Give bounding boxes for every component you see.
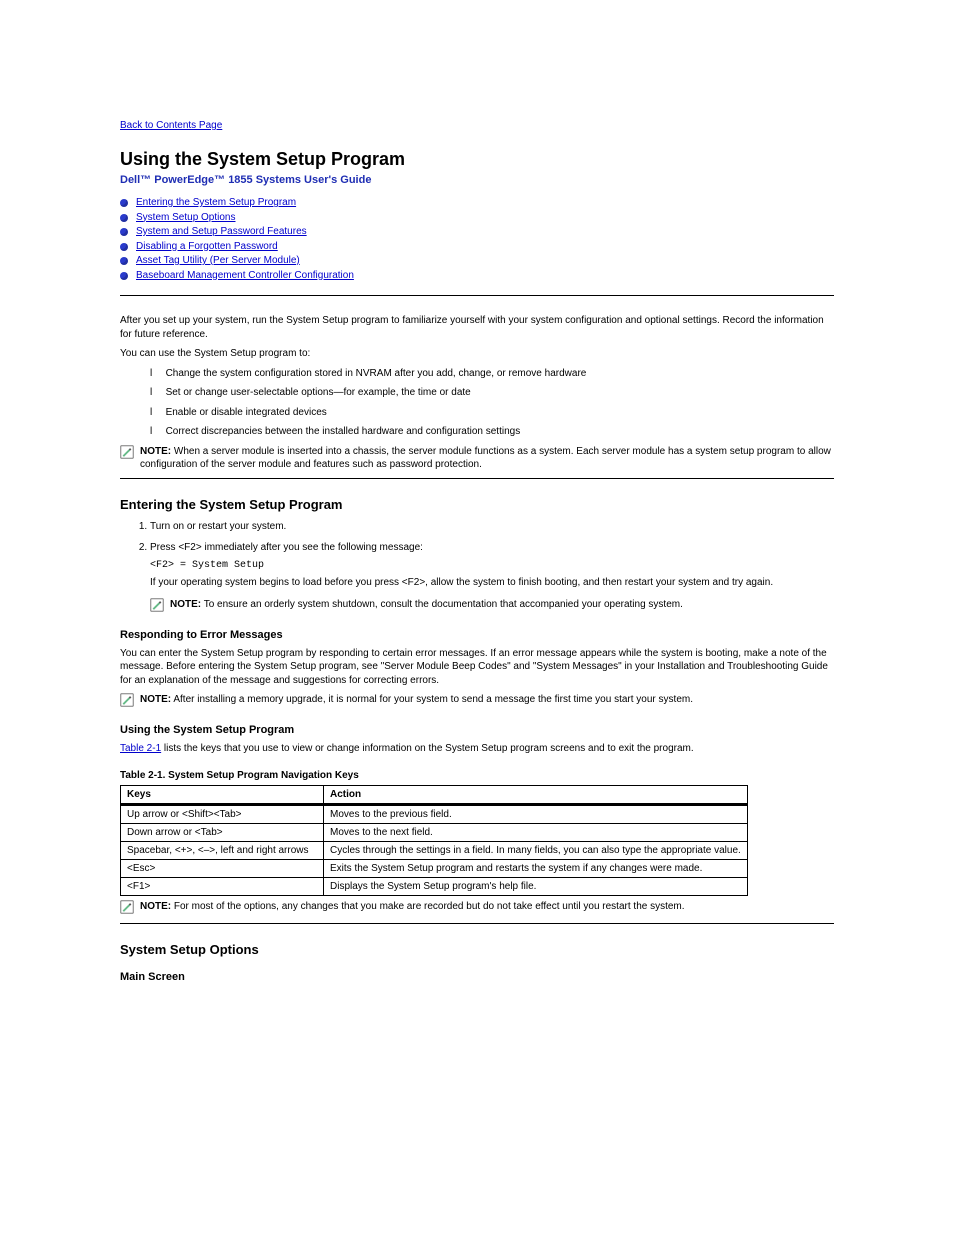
table-cell-action: Displays the System Setup program's help…: [324, 877, 748, 895]
table-header-row: Keys Action: [121, 785, 748, 804]
toc-link-password[interactable]: System and Setup Password Features: [136, 226, 307, 237]
toc-link-bmc[interactable]: Baseboard Management Controller Configur…: [136, 270, 354, 281]
responding-paragraph: You can enter the System Setup program b…: [120, 647, 834, 688]
page-subtitle: Dell™ PowerEdge™ 1855 Systems User's Gui…: [120, 174, 834, 186]
note-text: For most of the options, any changes tha…: [174, 901, 685, 912]
table-row: Spacebar, <+>, <–>, left and right arrow…: [121, 841, 748, 859]
intro-bullet-3: l Enable or disable integrated devices: [150, 406, 834, 420]
steps-list: Turn on or restart your system. Press <F…: [120, 520, 834, 590]
pencil-icon: [120, 900, 134, 917]
note-label: NOTE:: [140, 901, 171, 912]
toc-link-disabling[interactable]: Disabling a Forgotten Password: [136, 241, 278, 252]
table-caption: Table 2-1. System Setup Program Navigati…: [120, 770, 834, 781]
table-header-keys: Keys: [121, 785, 324, 804]
table-row: <Esc> Exits the System Setup program and…: [121, 859, 748, 877]
table-cell-action: Cycles through the settings in a field. …: [324, 841, 748, 859]
note-text: When a server module is inserted into a …: [140, 446, 831, 471]
step-1: Turn on or restart your system.: [150, 520, 834, 534]
toc-link-options[interactable]: System Setup Options: [136, 212, 236, 223]
note-1: NOTE: When a server module is inserted i…: [120, 445, 834, 472]
note-label: NOTE:: [170, 599, 201, 610]
table-cell-keys: Down arrow or <Tab>: [121, 823, 324, 841]
toc-link-asset[interactable]: Asset Tag Utility (Per Server Module): [136, 255, 300, 266]
heading-options: System Setup Options: [120, 942, 834, 957]
step-2-followup: If your operating system begins to load …: [150, 576, 834, 590]
intro-bullet-2: l Set or change user-selectable options—…: [150, 386, 834, 400]
table-header-action: Action: [324, 785, 748, 804]
note-text: To ensure an orderly system shutdown, co…: [204, 599, 683, 610]
intro-paragraph-1: After you set up your system, run the Sy…: [120, 314, 834, 341]
heading-main-screen: Main Screen: [120, 971, 834, 983]
table-cell-action: Exits the System Setup program and resta…: [324, 859, 748, 877]
note-text: After installing a memory upgrade, it is…: [173, 694, 693, 705]
table-cell-action: Moves to the previous field.: [324, 804, 748, 823]
toc-link-entering[interactable]: Entering the System Setup Program: [136, 197, 296, 208]
table-2-1-link[interactable]: Table 2-1: [120, 743, 161, 754]
toc-list: Entering the System Setup Program System…: [120, 196, 834, 283]
intro-paragraph-2: You can use the System Setup program to:: [120, 347, 834, 361]
divider: [120, 478, 834, 479]
table-cell-action: Moves to the next field.: [324, 823, 748, 841]
heading-entering: Entering the System Setup Program: [120, 497, 834, 512]
table-cell-keys: Spacebar, <+>, <–>, left and right arrow…: [121, 841, 324, 859]
step-2-code: <F2> = System Setup: [150, 559, 834, 573]
table-row: <F1> Displays the System Setup program's…: [121, 877, 748, 895]
intro-bullet-4: l Correct discrepancies between the inst…: [150, 425, 834, 439]
page-title: Using the System Setup Program: [120, 149, 834, 170]
heading-using: Using the System Setup Program: [120, 724, 834, 736]
step-2: Press <F2> immediately after you see the…: [150, 541, 834, 590]
note-label: NOTE:: [140, 694, 171, 705]
back-to-contents-link[interactable]: Back to Contents Page: [120, 120, 222, 131]
pencil-icon: [150, 598, 164, 615]
table-cell-keys: Up arrow or <Shift><Tab>: [121, 804, 324, 823]
note-4: NOTE: For most of the options, any chang…: [120, 900, 834, 917]
table-row: Up arrow or <Shift><Tab> Moves to the pr…: [121, 804, 748, 823]
table-row: Down arrow or <Tab> Moves to the next fi…: [121, 823, 748, 841]
table-cell-keys: <F1>: [121, 877, 324, 895]
divider: [120, 923, 834, 924]
note-label: NOTE:: [140, 446, 171, 457]
table-cell-keys: <Esc>: [121, 859, 324, 877]
using-paragraph: Table 2-1 lists the keys that you use to…: [120, 742, 834, 756]
note-3: NOTE: After installing a memory upgrade,…: [120, 693, 834, 710]
note-2: NOTE: To ensure an orderly system shutdo…: [150, 598, 834, 615]
nav-keys-table: Keys Action Up arrow or <Shift><Tab> Mov…: [120, 785, 748, 896]
divider: [120, 295, 834, 296]
pencil-icon: [120, 445, 134, 462]
intro-bullet-1: l Change the system configuration stored…: [150, 367, 834, 381]
pencil-icon: [120, 693, 134, 710]
heading-responding: Responding to Error Messages: [120, 629, 834, 641]
